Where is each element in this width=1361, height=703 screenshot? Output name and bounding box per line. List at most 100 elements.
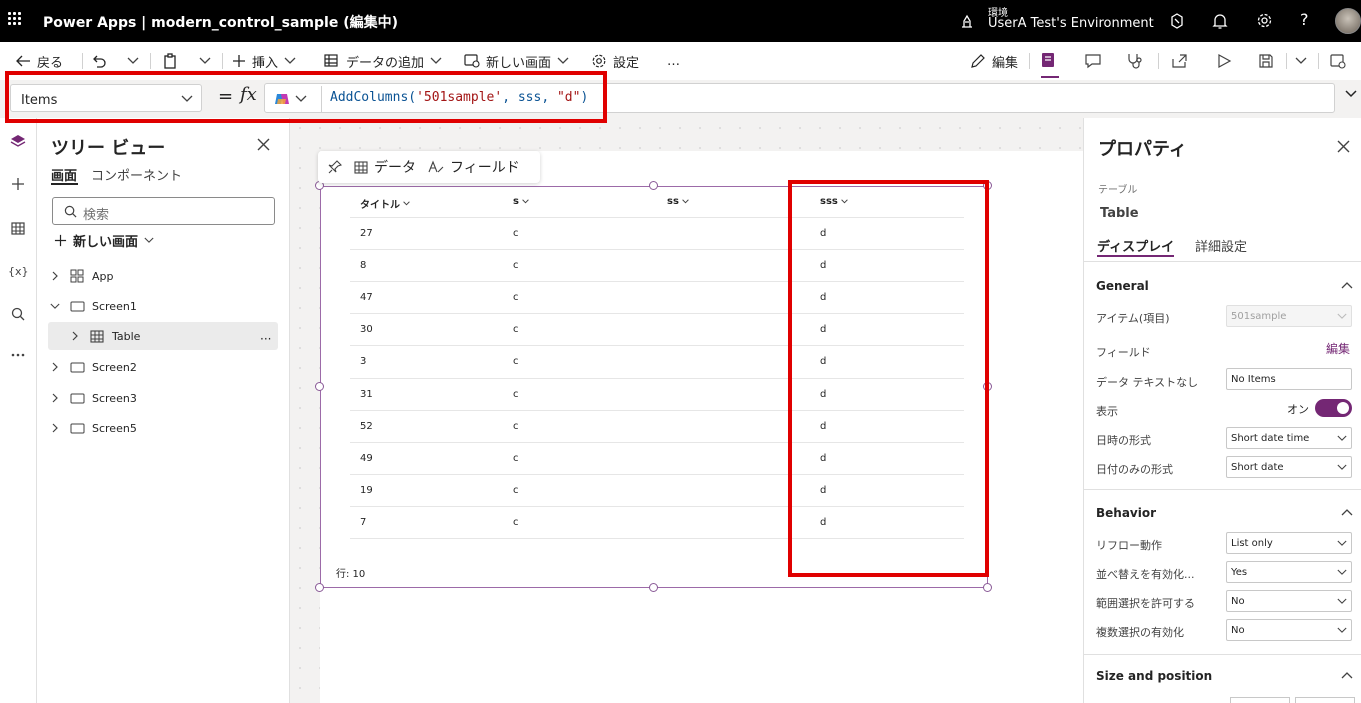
data-table-icon[interactable]: [7, 217, 29, 239]
pin-icon[interactable]: [328, 160, 342, 174]
table-cell[interactable]: 3: [360, 356, 366, 367]
fields-edit-link[interactable]: 編集: [1326, 340, 1350, 357]
chevron-down-icon: [1337, 540, 1347, 546]
tree-view-layers-icon[interactable]: [7, 130, 29, 152]
variables-icon[interactable]: {x}: [7, 260, 29, 282]
insert-plus-icon[interactable]: [7, 173, 29, 195]
chevron-up-icon[interactable]: [1341, 671, 1353, 679]
table-cell[interactable]: c: [513, 292, 519, 303]
column-header[interactable]: ss: [667, 196, 689, 207]
table-cell[interactable]: c: [513, 421, 519, 432]
search-icon[interactable]: [7, 303, 29, 325]
table-cell[interactable]: 19: [360, 485, 373, 496]
x-position-input[interactable]: [1230, 697, 1290, 703]
toolbar-fields-button[interactable]: フィールド: [428, 157, 520, 177]
edit-button[interactable]: 編集: [970, 42, 1018, 80]
toolbar-data-button[interactable]: データ: [354, 157, 416, 177]
pencil-icon: [971, 54, 985, 68]
chevron-down-icon: [1337, 313, 1347, 319]
section-general-header[interactable]: General: [1096, 279, 1149, 293]
tree-node-screen5[interactable]: Screen5: [48, 414, 278, 442]
app-checker-notes-icon[interactable]: [1040, 52, 1056, 70]
resize-handle[interactable]: [649, 583, 658, 592]
comments-icon[interactable]: [1084, 53, 1102, 69]
tree-new-screen-button[interactable]: 新しい画面: [54, 231, 154, 250]
table-cell[interactable]: 30: [360, 324, 373, 335]
chevron-right-icon[interactable]: [68, 331, 82, 341]
table-cell[interactable]: 49: [360, 453, 373, 464]
help-icon[interactable]: ?: [1300, 10, 1309, 29]
table-cell[interactable]: c: [513, 517, 519, 528]
preview-play-icon[interactable]: [1216, 53, 1232, 69]
divider: [1084, 489, 1361, 490]
table-cell[interactable]: 27: [360, 228, 373, 239]
save-options-chevron-down-icon[interactable]: [1295, 57, 1307, 65]
table-cell[interactable]: 47: [360, 292, 373, 303]
chevron-up-icon[interactable]: [1341, 281, 1353, 289]
tab-display[interactable]: ディスプレイ: [1097, 236, 1174, 255]
tree-search-input[interactable]: 検索: [52, 197, 275, 225]
save-icon[interactable]: [1258, 53, 1274, 69]
tab-components[interactable]: コンポーネント: [91, 165, 182, 184]
table-cell[interactable]: c: [513, 485, 519, 496]
datetime-format-dropdown[interactable]: Short date time: [1226, 427, 1352, 449]
share-icon[interactable]: [1171, 53, 1188, 69]
multi-select-dropdown[interactable]: No: [1226, 619, 1352, 641]
table-cell[interactable]: 8: [360, 260, 366, 271]
column-header[interactable]: s: [513, 196, 529, 207]
tree-node-table[interactable]: Table ···: [48, 322, 278, 350]
close-icon[interactable]: [1337, 140, 1350, 153]
section-behavior-header[interactable]: Behavior: [1096, 506, 1156, 520]
resize-handle[interactable]: [649, 181, 658, 190]
resize-handle[interactable]: [315, 382, 324, 391]
app-checker-stethoscope-icon[interactable]: [1126, 52, 1144, 70]
more-commands-button[interactable]: …: [667, 42, 680, 80]
tree-node-screen3[interactable]: Screen3: [48, 384, 278, 412]
chevron-down-icon[interactable]: [48, 303, 62, 310]
chevron-up-icon[interactable]: [1341, 508, 1353, 516]
column-header[interactable]: タイトル: [360, 196, 410, 211]
items-dropdown[interactable]: 501sample: [1226, 305, 1352, 327]
resize-handle[interactable]: [315, 583, 324, 592]
table-cell[interactable]: c: [513, 389, 519, 400]
chevron-right-icon[interactable]: [48, 393, 62, 403]
tree-node-screen1[interactable]: Screen1: [48, 292, 278, 320]
close-icon[interactable]: [257, 138, 270, 151]
table-cell[interactable]: c: [513, 453, 519, 464]
reflow-dropdown[interactable]: List only: [1226, 532, 1352, 554]
more-options-icon[interactable]: [7, 344, 29, 366]
sort-dropdown[interactable]: Yes: [1226, 561, 1352, 583]
tree-node-screen2[interactable]: Screen2: [48, 353, 278, 381]
environment-name[interactable]: UserA Test's Environment: [988, 16, 1154, 31]
table-cell[interactable]: c: [513, 228, 519, 239]
resize-handle[interactable]: [983, 583, 992, 592]
more-options-icon[interactable]: ···: [260, 332, 271, 346]
new-screen-label: 新しい画面: [73, 235, 139, 250]
user-avatar[interactable]: [1335, 8, 1361, 34]
y-position-input[interactable]: [1295, 697, 1355, 703]
tree-node-app[interactable]: App: [48, 262, 278, 290]
no-data-text-input[interactable]: No Items: [1226, 368, 1352, 390]
table-cell[interactable]: 7: [360, 517, 366, 528]
tab-screens[interactable]: 画面: [51, 165, 77, 184]
publish-icon[interactable]: [1329, 53, 1347, 69]
table-cell[interactable]: c: [513, 324, 519, 335]
expand-formula-chevron-icon[interactable]: [1345, 90, 1357, 98]
chevron-right-icon[interactable]: [48, 362, 62, 372]
notifications-bell-icon[interactable]: [1212, 12, 1228, 30]
environment-icon[interactable]: [959, 13, 975, 29]
table-cell[interactable]: c: [513, 356, 519, 367]
date-only-format-dropdown[interactable]: Short date: [1226, 456, 1352, 478]
table-cell[interactable]: c: [513, 260, 519, 271]
range-select-dropdown[interactable]: No: [1226, 590, 1352, 612]
app-launcher-icon[interactable]: [8, 12, 22, 26]
chevron-right-icon[interactable]: [48, 423, 62, 433]
table-cell[interactable]: 31: [360, 389, 373, 400]
tab-advanced[interactable]: 詳細設定: [1195, 236, 1247, 255]
settings-gear-icon[interactable]: [1256, 12, 1273, 29]
visible-toggle[interactable]: [1315, 399, 1352, 417]
table-cell[interactable]: 52: [360, 421, 373, 432]
section-size-position-header[interactable]: Size and position: [1096, 669, 1212, 683]
copilot-icon[interactable]: [1168, 12, 1186, 30]
chevron-right-icon[interactable]: [48, 271, 62, 281]
